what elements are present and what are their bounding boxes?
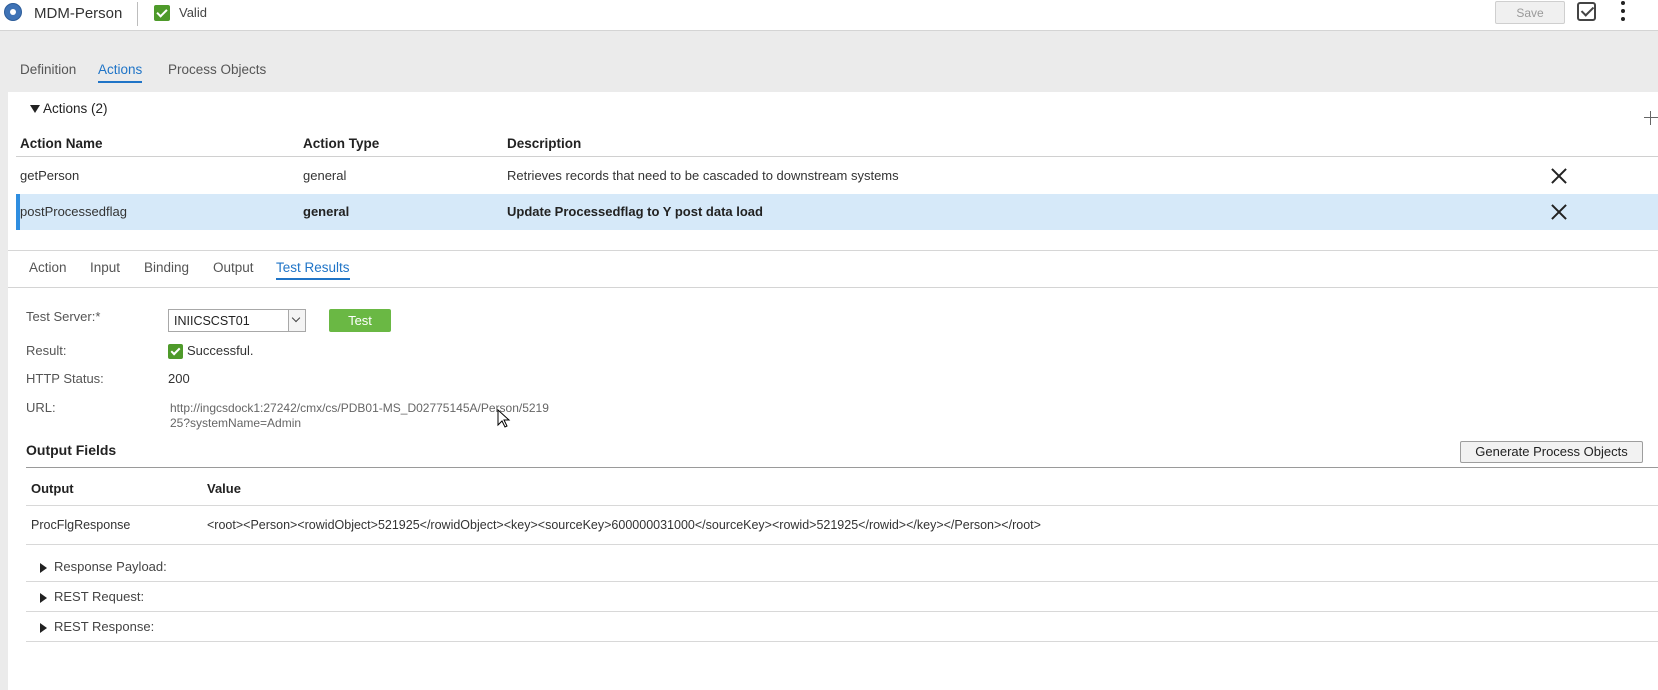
sub-tabs: Action Input Binding Output Test Results bbox=[8, 251, 1658, 288]
url-label: URL: bbox=[26, 400, 56, 415]
app-logo-icon bbox=[4, 3, 22, 21]
actions-table-header: Action Name Action Type Description bbox=[16, 132, 1658, 157]
divider bbox=[137, 2, 138, 26]
http-status-value: 200 bbox=[168, 371, 190, 386]
tab-definition[interactable]: Definition bbox=[20, 62, 76, 81]
table-row-selected[interactable]: postProcessedflag general Update Process… bbox=[16, 194, 1658, 230]
description-cell: Update Processedflag to Y post data load bbox=[507, 204, 763, 219]
collapse-triangle-icon[interactable] bbox=[30, 105, 40, 113]
chevron-down-icon[interactable] bbox=[288, 310, 305, 331]
section-label: REST Request: bbox=[54, 589, 145, 604]
divider bbox=[26, 467, 1658, 468]
check-icon bbox=[154, 5, 170, 21]
test-server-select[interactable]: INIICSCST01 bbox=[168, 309, 306, 332]
success-check-icon bbox=[168, 344, 183, 359]
expand-triangle-icon[interactable] bbox=[40, 562, 47, 573]
top-bar: MDM-Person Valid Save bbox=[0, 0, 1658, 31]
test-server-value: INIICSCST01 bbox=[174, 314, 250, 328]
test-button[interactable]: Test bbox=[329, 309, 391, 332]
action-type-cell: general bbox=[303, 168, 347, 183]
status-label: Valid bbox=[179, 5, 207, 20]
save-button[interactable]: Save bbox=[1495, 1, 1565, 24]
section-label: REST Response: bbox=[54, 619, 155, 634]
response-payload-section[interactable]: Response Payload: bbox=[26, 551, 1658, 582]
rest-response-section[interactable]: REST Response: bbox=[26, 611, 1658, 642]
validate-icon[interactable] bbox=[1577, 2, 1596, 21]
tab-input[interactable]: Input bbox=[90, 260, 120, 278]
kebab-menu-icon[interactable] bbox=[1619, 0, 1627, 24]
tab-process-objects[interactable]: Process Objects bbox=[168, 62, 266, 81]
output-cell: ProcFlgResponse bbox=[31, 518, 131, 532]
column-header: Value bbox=[207, 481, 241, 496]
app-title: MDM-Person bbox=[34, 5, 123, 22]
url-value: http://ingcsdock1:27242/cmx/cs/PDB01-MS_… bbox=[170, 401, 549, 430]
add-action-icon[interactable] bbox=[1644, 111, 1658, 125]
tab-output[interactable]: Output bbox=[213, 260, 254, 278]
tab-actions[interactable]: Actions bbox=[98, 62, 143, 83]
column-header[interactable]: Description bbox=[507, 136, 581, 151]
column-header: Output bbox=[31, 481, 74, 496]
table-row[interactable]: getPerson general Retrieves records that… bbox=[16, 158, 1658, 195]
actions-section-title[interactable]: Actions (2) bbox=[43, 101, 108, 116]
http-status-label: HTTP Status: bbox=[26, 371, 104, 386]
tab-action[interactable]: Action bbox=[29, 260, 67, 278]
detail-panel: Action Input Binding Output Test Results… bbox=[8, 250, 1658, 690]
section-label: Response Payload: bbox=[54, 559, 167, 574]
column-header[interactable]: Action Name bbox=[20, 136, 103, 151]
result-label: Result: bbox=[26, 343, 67, 358]
expand-triangle-icon[interactable] bbox=[40, 592, 47, 603]
column-header[interactable]: Action Type bbox=[303, 136, 379, 151]
value-cell: <root><Person><rowidObject>521925</rowid… bbox=[207, 518, 1041, 532]
output-fields-title: Output Fields bbox=[26, 442, 117, 458]
test-server-label: Test Server:* bbox=[26, 309, 101, 324]
rest-request-section[interactable]: REST Request: bbox=[26, 581, 1658, 612]
table-row: ProcFlgResponse <root><Person><rowidObje… bbox=[26, 506, 1658, 545]
action-name-cell: postProcessedflag bbox=[20, 204, 127, 219]
close-icon[interactable] bbox=[1551, 204, 1567, 220]
action-name-cell: getPerson bbox=[20, 168, 80, 183]
tab-binding[interactable]: Binding bbox=[144, 260, 189, 278]
output-table-header: Output Value bbox=[26, 481, 1658, 503]
generate-process-objects-button[interactable]: Generate Process Objects bbox=[1460, 441, 1643, 463]
tab-test-results[interactable]: Test Results bbox=[276, 260, 350, 280]
action-type-cell: general bbox=[303, 204, 350, 219]
expand-triangle-icon[interactable] bbox=[40, 622, 47, 633]
result-value: Successful. bbox=[187, 343, 254, 358]
description-cell: Retrieves records that need to be cascad… bbox=[507, 168, 899, 183]
mouse-cursor-icon bbox=[497, 409, 511, 428]
close-icon[interactable] bbox=[1551, 168, 1567, 184]
actions-panel: Actions (2) Action Name Action Type Desc… bbox=[8, 92, 1658, 250]
